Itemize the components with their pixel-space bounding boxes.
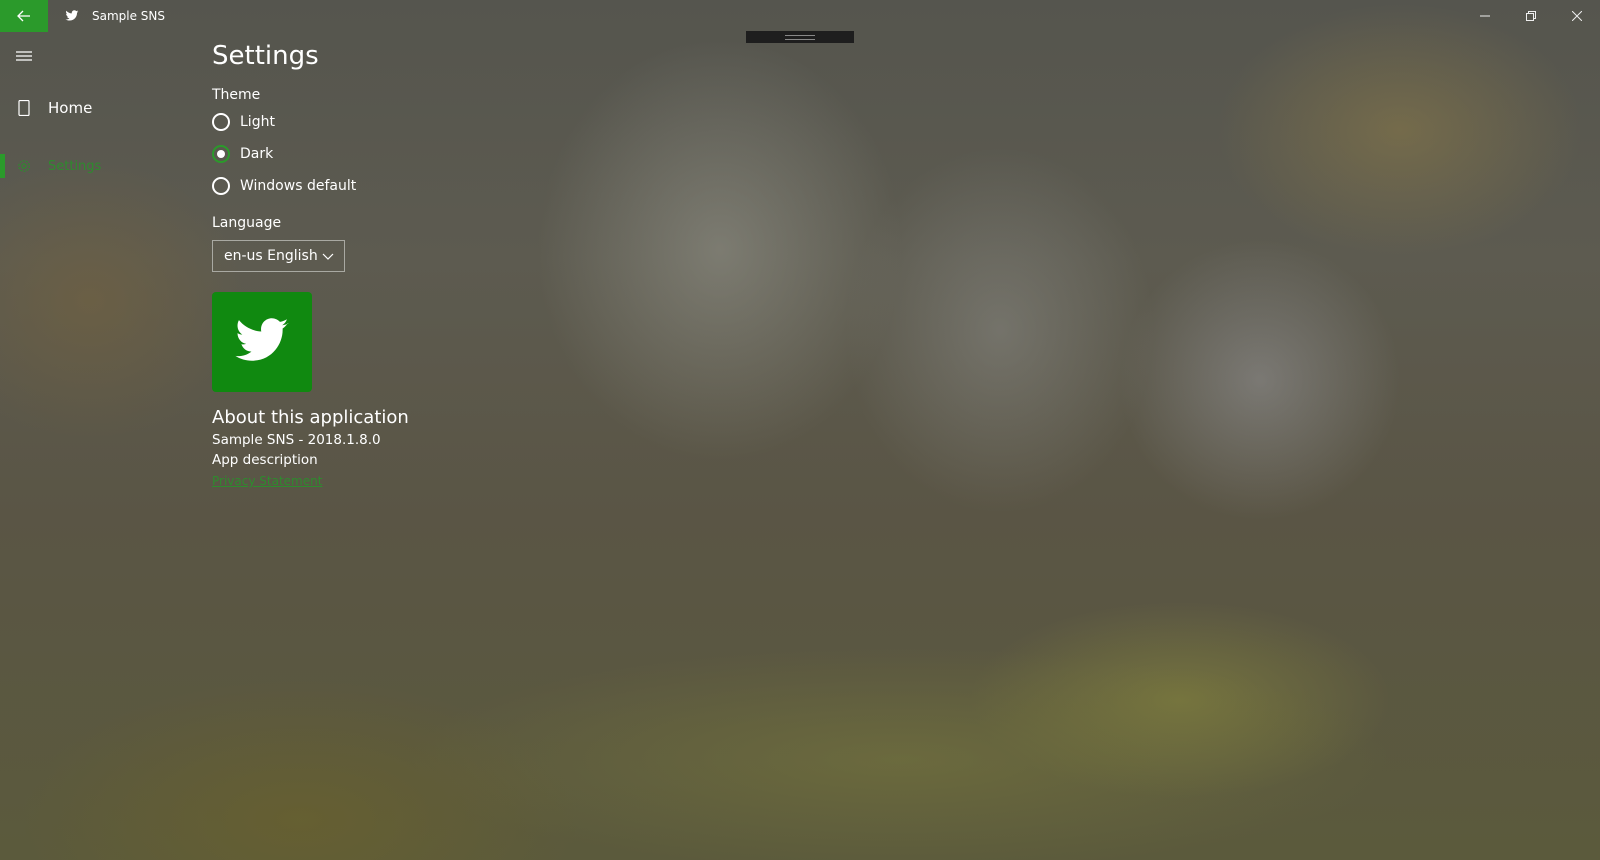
back-button[interactable] <box>0 0 48 32</box>
nav-item-settings[interactable]: Settings <box>0 146 200 186</box>
bird-icon <box>64 8 80 24</box>
bird-icon <box>235 318 289 361</box>
title-bar[interactable]: Sample SNS <box>0 0 1600 32</box>
navigation-pane: Home Settings <box>0 32 200 186</box>
hamburger-icon <box>16 51 32 61</box>
minimize-button[interactable] <box>1462 0 1508 32</box>
close-button[interactable] <box>1554 0 1600 32</box>
app-version: Sample SNS - 2018.1.8.0 <box>212 432 381 448</box>
language-label: Language <box>212 215 282 231</box>
settings-page: Settings Theme Light Dark Windows defaul… <box>212 36 409 489</box>
radio-button-checked[interactable] <box>212 145 230 163</box>
window-controls <box>1462 0 1600 32</box>
compact-overlay-handle[interactable] <box>746 31 854 43</box>
chevron-down-icon <box>322 253 334 260</box>
arrow-left-icon <box>17 10 30 22</box>
radio-button[interactable] <box>212 113 230 131</box>
theme-label: Theme <box>212 87 261 103</box>
radio-label: Dark <box>240 146 274 162</box>
window-title: Sample SNS <box>92 9 166 23</box>
radio-label: Windows default <box>240 178 357 194</box>
close-icon <box>1572 11 1582 21</box>
radio-label: Light <box>240 114 275 130</box>
app-window: Sample SNS Home Settings Settings Theme … <box>0 0 1600 860</box>
restore-icon <box>1526 11 1536 21</box>
language-selected-value: en-us English <box>224 248 318 264</box>
language-dropdown[interactable]: en-us English <box>212 240 345 272</box>
theme-option-light[interactable]: Light <box>212 106 409 138</box>
privacy-statement-link[interactable]: Privacy Statement <box>212 474 322 488</box>
hamburger-button[interactable] <box>0 32 48 80</box>
nav-item-label: Settings <box>48 158 102 174</box>
theme-option-dark[interactable]: Dark <box>212 138 409 170</box>
theme-option-windows-default[interactable]: Windows default <box>212 170 409 202</box>
gear-icon <box>0 146 48 186</box>
page-title: Settings <box>212 41 319 71</box>
app-description: App description <box>212 452 318 468</box>
radio-button[interactable] <box>212 177 230 195</box>
about-title: About this application <box>212 407 409 428</box>
minimize-icon <box>1480 15 1490 17</box>
selection-indicator <box>0 154 5 178</box>
tablet-icon <box>0 88 48 128</box>
app-logo <box>212 292 312 392</box>
nav-item-home[interactable]: Home <box>0 88 200 128</box>
grip-icon <box>785 34 815 40</box>
nav-item-label: Home <box>48 99 93 117</box>
restore-button[interactable] <box>1508 0 1554 32</box>
radio-dot <box>217 150 225 158</box>
